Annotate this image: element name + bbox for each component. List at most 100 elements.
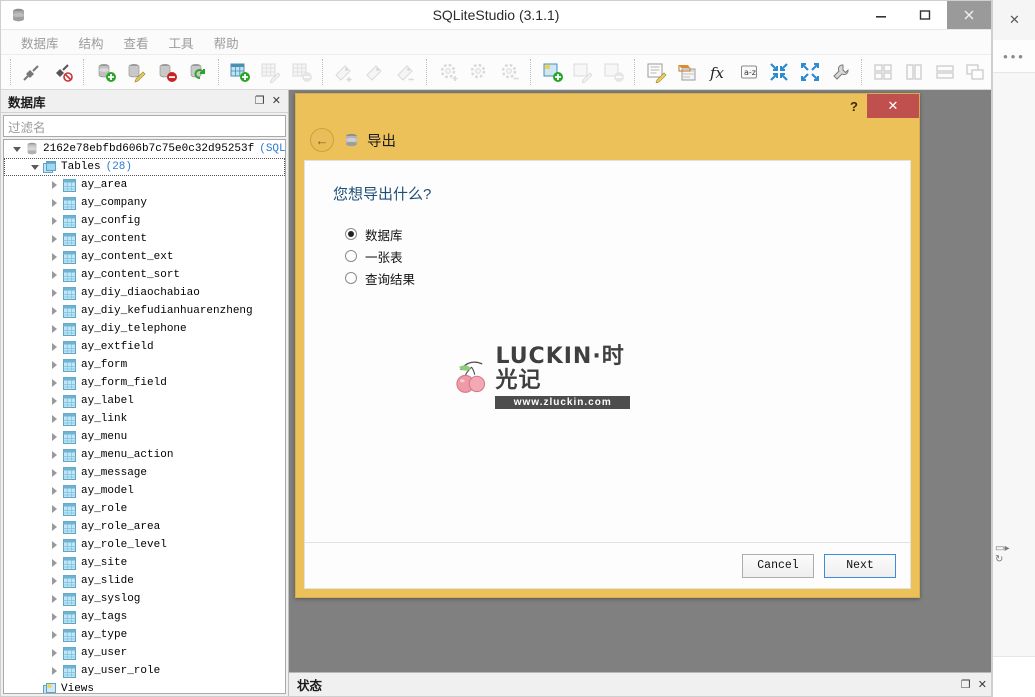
more-dots-icon[interactable]: ••• (993, 40, 1035, 73)
expand-all-icon[interactable] (795, 58, 826, 86)
close-icon[interactable] (947, 1, 991, 29)
tree-node-table[interactable]: ay_form (4, 356, 285, 374)
chevron-right-icon[interactable] (48, 433, 61, 441)
cancel-button[interactable]: Cancel (742, 553, 814, 578)
connect-db-icon[interactable] (17, 58, 48, 86)
tree-node-table[interactable]: ay_area (4, 176, 285, 194)
configuration-icon[interactable] (825, 58, 856, 86)
database-tree[interactable]: 2162e78ebfbd606b7c75e0c32d95253f (SQLite T… (3, 139, 286, 694)
chevron-right-icon[interactable] (48, 307, 61, 315)
chevron-right-icon[interactable] (48, 271, 61, 279)
chevron-right-icon[interactable] (48, 505, 61, 513)
import-export-icon[interactable] (672, 58, 703, 86)
refresh-database-icon[interactable] (182, 58, 213, 86)
create-table-icon[interactable] (225, 58, 256, 86)
chevron-right-icon[interactable] (48, 487, 61, 495)
collapse-all-icon[interactable] (764, 58, 795, 86)
chevron-right-icon[interactable] (48, 325, 61, 333)
chevron-right-icon[interactable] (48, 541, 61, 549)
chevron-right-icon[interactable] (48, 397, 61, 405)
custom-function-icon[interactable]: fx (703, 58, 734, 86)
radio-icon[interactable] (345, 228, 357, 240)
tree-node-table[interactable]: ay_diy_kefudianhuarenzheng (4, 302, 285, 320)
tree-node-table[interactable]: ay_menu (4, 428, 285, 446)
menu-item-database[interactable]: 数据库 (11, 30, 69, 55)
chevron-right-icon[interactable] (48, 559, 61, 567)
tree-node-table[interactable]: ay_user (4, 644, 285, 662)
radio-icon[interactable] (345, 250, 357, 262)
tree-node-table[interactable]: ay_role_area (4, 518, 285, 536)
float-icon[interactable]: ❐ (961, 678, 971, 691)
create-index-icon[interactable] (329, 58, 360, 86)
next-button[interactable]: Next (824, 553, 896, 578)
close-icon[interactable]: ✕ (867, 94, 919, 118)
tree-node-table[interactable]: ay_model (4, 482, 285, 500)
chevron-right-icon[interactable] (48, 199, 61, 207)
chevron-right-icon[interactable] (48, 343, 61, 351)
filter-input[interactable]: 过滤名 (3, 115, 286, 137)
chevron-down-icon[interactable] (28, 164, 41, 170)
export-option-2[interactable]: 查询结果 (345, 267, 415, 289)
close-icon[interactable]: ✕ (1009, 12, 1020, 28)
delete-table-icon[interactable] (286, 58, 317, 86)
back-arrow-icon[interactable]: ← (310, 128, 334, 152)
tree-node-table[interactable]: ay_type (4, 626, 285, 644)
chevron-right-icon[interactable] (48, 289, 61, 297)
edit-database-icon[interactable] (121, 58, 152, 86)
tree-node-table[interactable]: ay_content (4, 230, 285, 248)
menu-item-view[interactable]: 查看 (114, 30, 159, 55)
chevron-right-icon[interactable] (48, 451, 61, 459)
tree-node-table[interactable]: ay_user_role (4, 662, 285, 680)
edit-view-icon[interactable] (568, 58, 599, 86)
chevron-right-icon[interactable] (48, 523, 61, 531)
tree-node-views[interactable]: Views (4, 680, 285, 693)
create-trigger-icon[interactable] (433, 58, 464, 86)
chevron-right-icon[interactable] (48, 253, 61, 261)
create-view-icon[interactable] (537, 58, 568, 86)
chevron-right-icon[interactable] (48, 631, 61, 639)
chevron-right-icon[interactable] (48, 235, 61, 243)
collation-icon[interactable]: a-z (733, 58, 764, 86)
sql-editor-icon[interactable] (641, 58, 672, 86)
tree-node-table[interactable]: ay_slide (4, 572, 285, 590)
tree-node-table[interactable]: ay_site (4, 554, 285, 572)
tree-node-table[interactable]: ay_content_sort (4, 266, 285, 284)
tree-node-table[interactable]: ay_message (4, 464, 285, 482)
add-database-icon[interactable] (90, 58, 121, 86)
tree-node-table[interactable]: ay_syslog (4, 590, 285, 608)
delete-index-icon[interactable] (391, 58, 422, 86)
tree-node-table[interactable]: ay_form_field (4, 374, 285, 392)
tree-node-table[interactable]: ay_link (4, 410, 285, 428)
tree-node-table[interactable]: ay_company (4, 194, 285, 212)
chevron-down-icon[interactable] (10, 146, 23, 152)
remove-database-icon[interactable] (152, 58, 183, 86)
chevron-right-icon[interactable] (48, 613, 61, 621)
export-option-0[interactable]: 数据库 (345, 223, 415, 245)
close-icon[interactable]: ✕ (978, 678, 987, 691)
chevron-right-icon[interactable] (48, 649, 61, 657)
tree-node-table[interactable]: ay_label (4, 392, 285, 410)
tree-node-table[interactable]: ay_tags (4, 608, 285, 626)
delete-trigger-icon[interactable] (495, 58, 526, 86)
chevron-right-icon[interactable] (48, 379, 61, 387)
minimize-icon[interactable] (859, 1, 903, 29)
tree-node-table[interactable]: ay_diy_telephone (4, 320, 285, 338)
tile-horizontal-icon[interactable] (929, 58, 960, 86)
maximize-icon[interactable] (903, 1, 947, 29)
edit-trigger-icon[interactable] (464, 58, 495, 86)
float-icon[interactable]: ❐ (255, 95, 265, 107)
chevron-right-icon[interactable] (48, 415, 61, 423)
menu-item-tools[interactable]: 工具 (159, 30, 204, 55)
tree-node-tables[interactable]: Tables (28) (4, 158, 285, 176)
tile-windows-icon[interactable] (868, 58, 899, 86)
close-icon[interactable]: ✕ (272, 95, 281, 107)
tree-node-table[interactable]: ay_content_ext (4, 248, 285, 266)
tree-node-table[interactable]: ay_diy_diaochabiao (4, 284, 285, 302)
tree-node-table[interactable]: ay_role (4, 500, 285, 518)
chevron-right-icon[interactable] (48, 577, 61, 585)
chevron-right-icon[interactable] (48, 217, 61, 225)
cascade-windows-icon[interactable] (960, 58, 991, 86)
tree-node-table[interactable]: ay_extfield (4, 338, 285, 356)
tree-node-table[interactable]: ay_role_level (4, 536, 285, 554)
tree-node-database[interactable]: 2162e78ebfbd606b7c75e0c32d95253f (SQLite (4, 140, 285, 158)
